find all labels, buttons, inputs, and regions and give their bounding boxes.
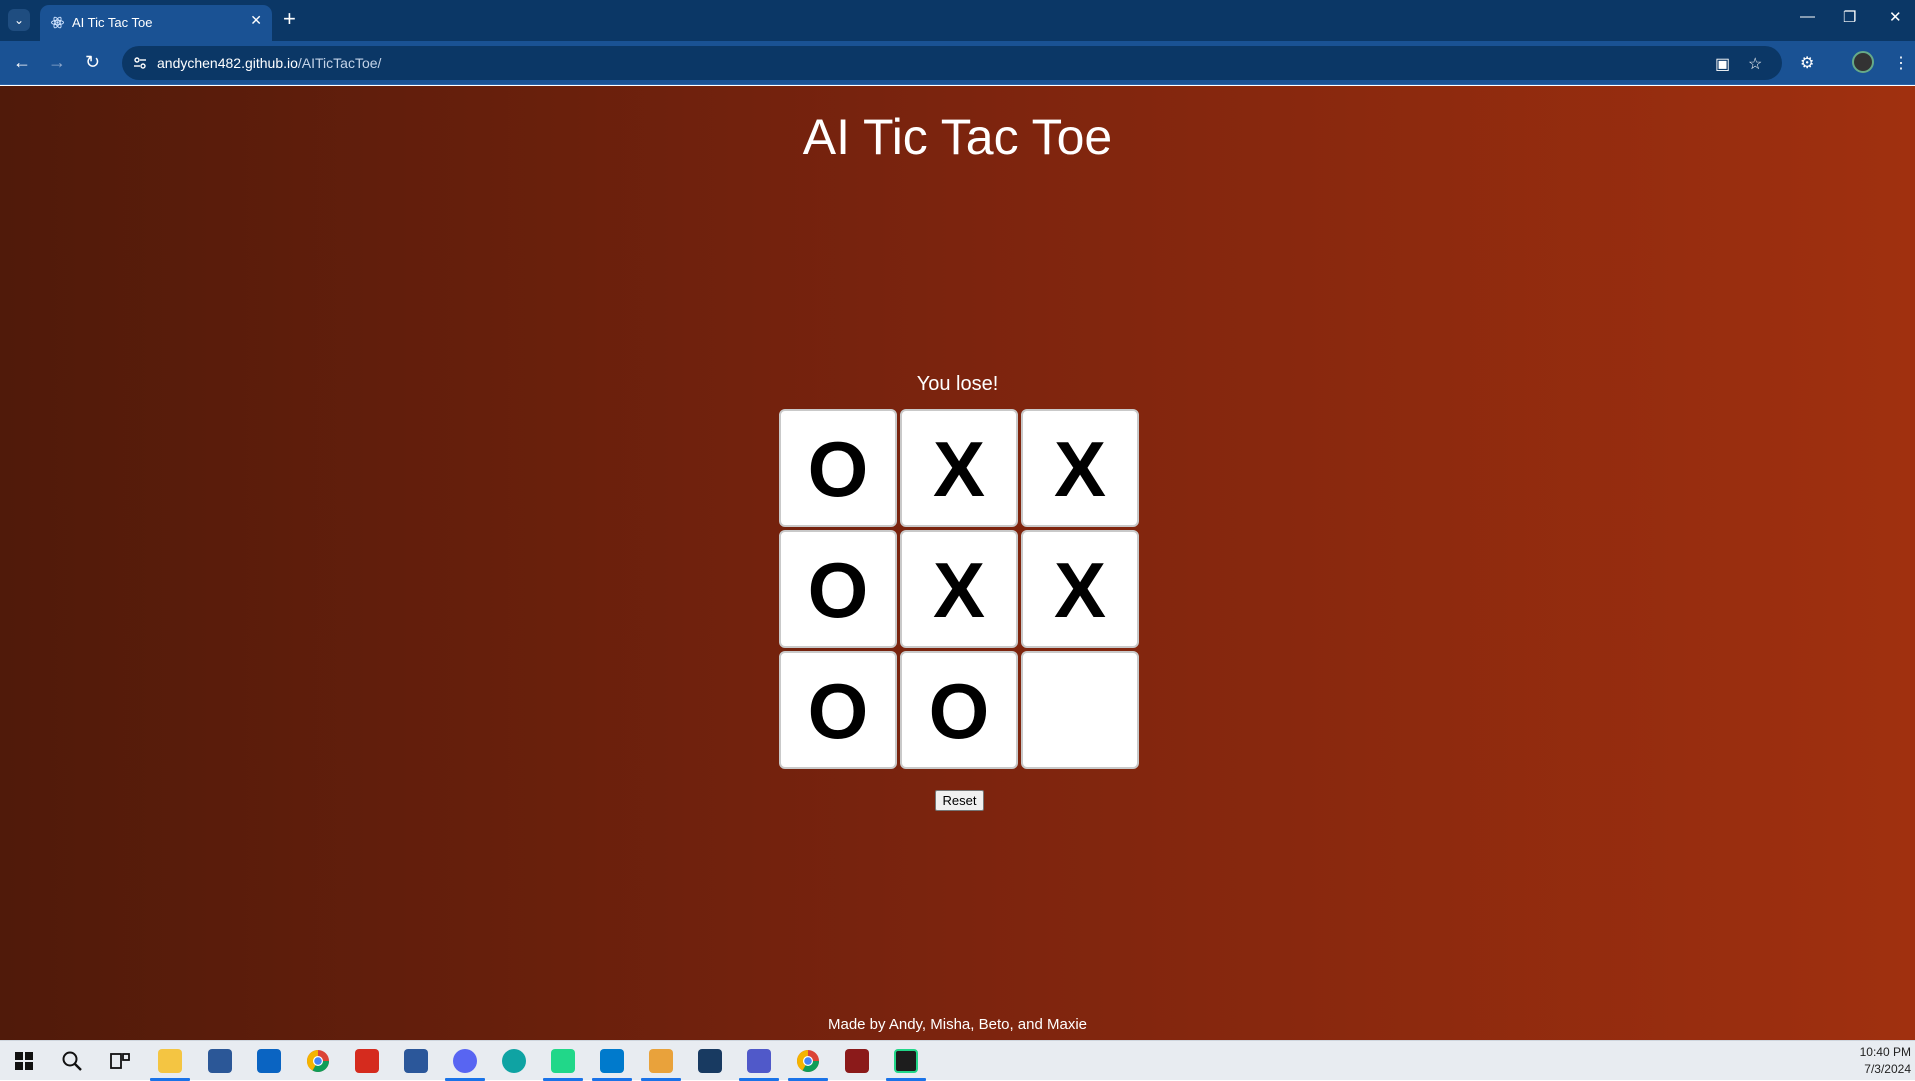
url-path: /AITicTacToe/ xyxy=(297,55,382,71)
board-cell-1-0[interactable]: O xyxy=(779,530,897,648)
start-icon[interactable] xyxy=(12,1049,36,1073)
url-domain: andychen482.github.io xyxy=(157,55,298,71)
search-icon[interactable] xyxy=(60,1049,84,1073)
reload-icon[interactable]: ↻ xyxy=(85,53,100,71)
board-cell-0-2[interactable]: X xyxy=(1021,409,1139,527)
url-text: andychen482.github.io/AITicTacToe/ xyxy=(157,55,381,71)
word-icon[interactable] xyxy=(404,1049,428,1073)
chrome-icon[interactable] xyxy=(306,1049,330,1073)
new-tab-icon[interactable]: + xyxy=(283,8,296,30)
clion-icon[interactable] xyxy=(551,1049,575,1073)
reset-button[interactable]: Reset xyxy=(935,790,984,811)
browser-toolbar: ← → ↻ andychen482.github.io/AITicTacToe/… xyxy=(0,41,1915,85)
page-content: AI Tic Tac Toe You lose! O X X O X X O O… xyxy=(0,86,1915,1040)
minimize-icon[interactable]: — xyxy=(1800,8,1815,25)
teams-icon[interactable] xyxy=(747,1049,771,1073)
browser-tab-bar: ⌄ AI Tic Tac Toe ✕ + — ❐ ✕ xyxy=(0,0,1915,41)
board-cell-0-0[interactable]: O xyxy=(779,409,897,527)
file-explorer-icon[interactable] xyxy=(158,1049,182,1073)
clock-date: 7/3/2024 xyxy=(1864,1062,1911,1076)
clock-time: 10:40 PM xyxy=(1859,1045,1911,1059)
install-app-icon[interactable]: ▣ xyxy=(1715,54,1730,74)
tab-ai-tic-tac-toe[interactable]: AI Tic Tac Toe ✕ xyxy=(40,5,272,41)
mail-icon[interactable] xyxy=(257,1049,281,1073)
system-clock[interactable]: 10:40 PM 7/3/2024 xyxy=(1821,1044,1911,1078)
board-cell-2-2[interactable] xyxy=(1021,651,1139,769)
address-bar[interactable]: andychen482.github.io/AITicTacToe/ ▣ ☆ xyxy=(122,46,1782,80)
tab-title: AI Tic Tac Toe xyxy=(72,15,153,30)
forward-icon[interactable]: → xyxy=(48,53,66,71)
game-status: You lose! xyxy=(916,373,999,395)
site-info-icon[interactable] xyxy=(132,55,148,71)
store-icon[interactable] xyxy=(208,1049,232,1073)
app-red-icon[interactable] xyxy=(355,1049,379,1073)
page-title: AI Tic Tac Toe xyxy=(802,109,1113,165)
bookmark-star-icon[interactable]: ☆ xyxy=(1748,54,1762,74)
menu-kebab-icon[interactable]: ⋮ xyxy=(1893,53,1909,73)
pycharm-icon[interactable] xyxy=(894,1049,918,1073)
board-cell-1-1[interactable]: X xyxy=(900,530,1018,648)
git-icon[interactable] xyxy=(649,1049,673,1073)
close-window-icon[interactable]: ✕ xyxy=(1889,8,1902,26)
edge-icon[interactable] xyxy=(502,1049,526,1073)
windows-taskbar: 10:40 PM 7/3/2024 xyxy=(0,1040,1915,1081)
virtualbox-icon[interactable] xyxy=(698,1049,722,1073)
restore-icon[interactable]: ❐ xyxy=(1843,8,1856,26)
back-icon[interactable]: ← xyxy=(13,53,31,71)
vscode-icon[interactable] xyxy=(600,1049,624,1073)
board-cell-1-2[interactable]: X xyxy=(1021,530,1139,648)
tab-close-icon[interactable]: ✕ xyxy=(250,12,262,29)
game-board: O X X O X X O O xyxy=(779,409,1142,772)
chrome-active-icon[interactable] xyxy=(796,1049,820,1073)
board-cell-2-0[interactable]: O xyxy=(779,651,897,769)
winrar-icon[interactable] xyxy=(845,1049,869,1073)
credits-text: Made by Andy, Misha, Beto, and Maxie xyxy=(827,1016,1088,1033)
board-cell-0-1[interactable]: X xyxy=(900,409,1018,527)
react-favicon-icon xyxy=(51,16,64,29)
extensions-icon[interactable]: ⚙ xyxy=(1800,53,1814,73)
board-cell-2-1[interactable]: O xyxy=(900,651,1018,769)
profile-avatar[interactable] xyxy=(1852,51,1874,73)
tab-list-chevron-icon[interactable]: ⌄ xyxy=(8,9,30,31)
task-view-icon[interactable] xyxy=(108,1049,132,1073)
discord-icon[interactable] xyxy=(453,1049,477,1073)
